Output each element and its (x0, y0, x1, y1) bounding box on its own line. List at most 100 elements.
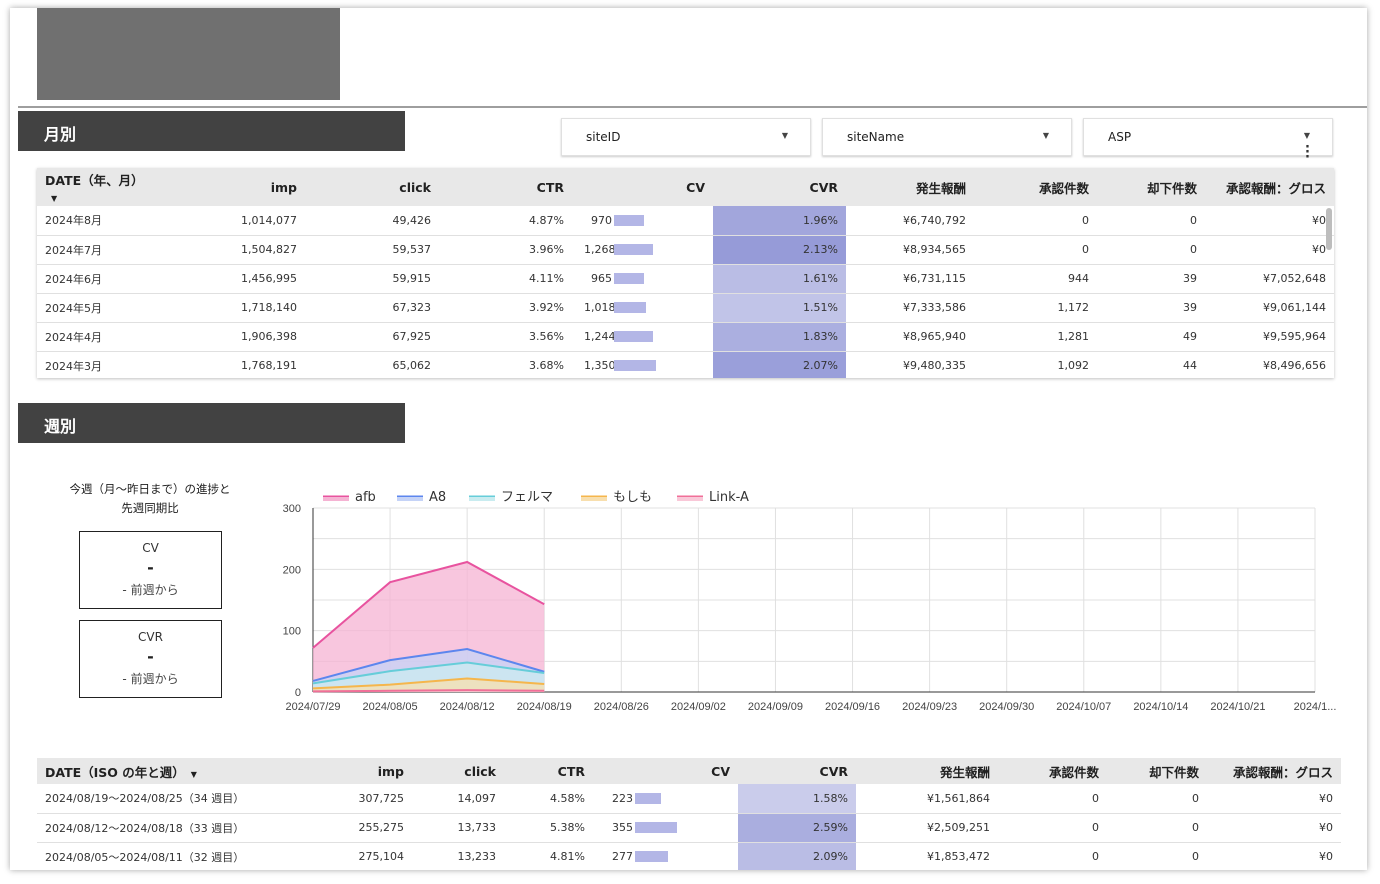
cell-click: 59,537 (305, 235, 439, 265)
cell-cv: 1,350 (572, 351, 713, 378)
column-header-date[interactable]: DATE（年、月） ▼ (37, 168, 197, 206)
column-header-ctr[interactable]: CTR (504, 758, 593, 784)
legend-label: A8 (429, 490, 446, 505)
cell-imp: 1,456,995 (197, 264, 305, 294)
column-header-cvr[interactable]: CVR (738, 758, 856, 784)
y-tick-label: 300 (283, 503, 301, 515)
cv-value: 355 (612, 821, 633, 835)
cell-rejected: 39 (1097, 293, 1205, 323)
column-header-gross[interactable]: 承認報酬：グロス (1207, 758, 1341, 784)
legend-swatch-fill (323, 497, 349, 501)
section-header-monthly: 月別 (18, 111, 405, 151)
series-line-4 (312, 689, 545, 693)
x-tick-label: 2024/08/19 (517, 701, 572, 713)
column-header-imp[interactable]: imp (282, 758, 412, 784)
column-header-approved[interactable]: 承認件数 (974, 168, 1097, 206)
cell-approved: 944 (974, 264, 1097, 294)
caret-down-icon: ▼ (1042, 131, 1049, 140)
filter-asp[interactable]: ASP ▼ · · · (1083, 118, 1333, 164)
cv-bar (614, 360, 656, 372)
column-header-reward[interactable]: 発生報酬 (856, 758, 998, 784)
cell-reward: ¥2,509,251 (856, 813, 998, 843)
more-vert-icon[interactable]: · · · (1305, 141, 1310, 164)
cell-imp: 1,906,398 (197, 322, 305, 352)
x-tick-label: 2024/10/07 (1056, 701, 1111, 713)
table-row[interactable]: 2024年5月 1,718,140 67,323 3.92% 1,018 1.51% ¥7,… (37, 293, 1334, 323)
cell-reward: ¥8,965,940 (846, 322, 974, 352)
table-row[interactable]: 2024年6月 1,456,995 59,915 4.11% 965 1.61% ¥6,73… (37, 264, 1334, 294)
cell-gross: ¥7,052,648 (1205, 264, 1334, 294)
cell-cvr: 2.07% (713, 351, 846, 378)
cell-click: 13,233 (412, 842, 504, 870)
x-tick-label: 2024/08/05 (363, 701, 418, 713)
legend-swatch-fill (397, 497, 423, 501)
column-header-date[interactable]: DATE（ISO の年と週） ▼ (37, 758, 282, 784)
filter-label: siteID (586, 130, 621, 144)
column-header-rejected[interactable]: 却下件数 (1107, 758, 1207, 784)
weekly-table-container: DATE（ISO の年と週） ▼ imp click CTR CV CVR 発生報… (37, 758, 1341, 870)
x-tick-label: 2024/1... (1294, 701, 1337, 713)
cell-click: 49,426 (305, 206, 439, 236)
column-header-rejected[interactable]: 却下件数 (1097, 168, 1205, 206)
table-row[interactable]: 2024/08/19〜2024/08/25（34 週目） 307,725 14,09… (37, 784, 1341, 814)
table-scrollbar[interactable] (1326, 208, 1332, 250)
monthly-table: DATE（年、月） ▼ imp click CTR CV CVR 発生報酬 承認件… (37, 168, 1334, 378)
cell-cvr: 2.59% (738, 813, 856, 843)
cell-reward: ¥7,333,586 (846, 293, 974, 323)
cell-ctr: 3.68% (439, 351, 572, 378)
filter-label: siteName (847, 130, 905, 144)
filter-label: ASP (1108, 130, 1132, 144)
column-header-cvr[interactable]: CVR (713, 168, 846, 206)
cell-imp: 1,718,140 (197, 293, 305, 323)
column-header-imp[interactable]: imp (197, 168, 305, 206)
legend-swatch-fill (469, 497, 495, 501)
cell-cv: 277 (593, 842, 738, 870)
column-header-reward[interactable]: 発生報酬 (846, 168, 974, 206)
cell-cv: 1,244 (572, 322, 713, 352)
column-header-click[interactable]: click (412, 758, 504, 784)
column-header-cv[interactable]: CV (593, 758, 738, 784)
cell-ctr: 4.58% (504, 784, 593, 814)
cell-ctr: 4.81% (504, 842, 593, 870)
kpi-caption: 今週（月〜昨日まで）の進捗と 先週同期比 (60, 480, 240, 518)
column-header-ctr[interactable]: CTR (439, 168, 572, 206)
kpi-delta: - 前週から (122, 672, 179, 686)
table-row[interactable]: 2024年8月 1,014,077 49,426 4.87% 970 1.96% ¥6,74… (37, 206, 1334, 236)
table-row[interactable]: 2024年3月 1,768,191 65,062 3.68% 1,350 2.07% ¥9,… (37, 351, 1334, 378)
table-row[interactable]: 2024年7月 1,504,827 59,537 3.96% 1,268 2.13% ¥8,… (37, 235, 1334, 265)
x-tick-label: 2024/10/21 (1210, 701, 1265, 713)
column-header-click[interactable]: click (305, 168, 439, 206)
filter-sitename[interactable]: siteName ▼ (822, 118, 1072, 156)
table-row[interactable]: 2024年4月 1,906,398 67,925 3.56% 1,244 1.83% ¥8,… (37, 322, 1334, 352)
weekly-area-chart: 0 100 200 300 2024/07/29 2024/08/05 2024/08/12… (283, 490, 1337, 713)
cv-bar (635, 851, 668, 863)
cell-approved: 0 (998, 842, 1107, 870)
cell-reward: ¥1,561,864 (856, 784, 998, 814)
legend-swatch-fill (677, 497, 703, 501)
logo-placeholder (37, 8, 340, 100)
cell-cv: 355 (593, 813, 738, 843)
cell-approved: 0 (998, 784, 1107, 814)
cv-bar (614, 273, 644, 285)
filter-siteid[interactable]: siteID ▼ (561, 118, 811, 156)
table-row[interactable]: 2024/08/12〜2024/08/18（33 週目） 255,275 13,73… (37, 813, 1341, 843)
cell-rejected: 49 (1097, 322, 1205, 352)
column-header-cv[interactable]: CV (572, 168, 713, 206)
cv-value: 277 (612, 850, 633, 864)
column-header-approved[interactable]: 承認件数 (998, 758, 1107, 784)
kpi-card-cv: CV - - 前週から (79, 531, 222, 609)
cell-rejected: 0 (1107, 784, 1207, 814)
weekly-table: DATE（ISO の年と週） ▼ imp click CTR CV CVR 発生報… (37, 758, 1341, 870)
cell-ctr: 4.11% (439, 264, 572, 294)
section-header-weekly: 週別 (18, 403, 405, 443)
cell-gross: ¥0 (1205, 206, 1334, 236)
cell-reward: ¥6,731,115 (846, 264, 974, 294)
column-header-gross[interactable]: 承認報酬：グロス (1205, 168, 1334, 206)
cell-gross: ¥9,061,144 (1205, 293, 1334, 323)
x-tick-label: 2024/07/29 (285, 701, 340, 713)
table-row[interactable]: 2024/08/05〜2024/08/11（32 週目） 275,104 13,23… (37, 842, 1341, 870)
cell-date: 2024/08/12〜2024/08/18（33 週目） (37, 813, 282, 843)
cell-gross: ¥0 (1207, 842, 1341, 870)
cell-imp: 1,768,191 (197, 351, 305, 378)
cell-date: 2024/08/05〜2024/08/11（32 週目） (37, 842, 282, 870)
